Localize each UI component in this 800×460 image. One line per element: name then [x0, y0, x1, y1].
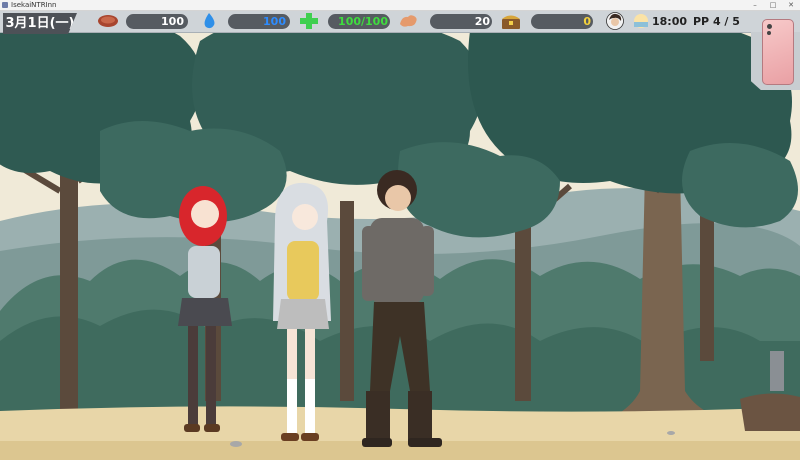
health-value: 100/100: [338, 15, 388, 28]
food-value: 100: [161, 15, 184, 28]
app-icon: [2, 2, 8, 8]
arm-icon: [400, 15, 417, 27]
water-drop-icon: [204, 13, 215, 29]
time-display: 18:00: [652, 15, 688, 28]
red-haired-girl-character[interactable]: [160, 176, 240, 456]
stamina-value: 20: [474, 15, 490, 28]
window-titlebar: IsekaiNTRInn – □ ✕: [0, 0, 800, 11]
window-title: IsekaiNTRInn: [11, 1, 57, 9]
camera-lens-icon: [767, 31, 771, 35]
smartphone-icon[interactable]: [762, 19, 794, 85]
evening-sun-icon: [634, 14, 648, 28]
character-portrait-icon[interactable]: [606, 12, 624, 30]
meat-icon: [98, 15, 118, 27]
gold-value: 0: [583, 15, 591, 28]
forest-scene: [0, 11, 800, 460]
maximize-button[interactable]: □: [764, 0, 782, 10]
date-display: 3月1日(一): [3, 13, 77, 34]
health-cross-icon: [300, 13, 318, 29]
brown-haired-man-character[interactable]: [352, 166, 452, 456]
water-value: 100: [263, 15, 286, 28]
close-button[interactable]: ✕: [782, 0, 800, 10]
pp-counter: PP 4 / 5: [693, 15, 740, 28]
treasure-chest-icon: [502, 15, 520, 29]
camera-lens-icon: [767, 24, 772, 29]
minimize-button[interactable]: –: [746, 0, 764, 10]
silver-haired-girl-character[interactable]: [265, 181, 335, 453]
